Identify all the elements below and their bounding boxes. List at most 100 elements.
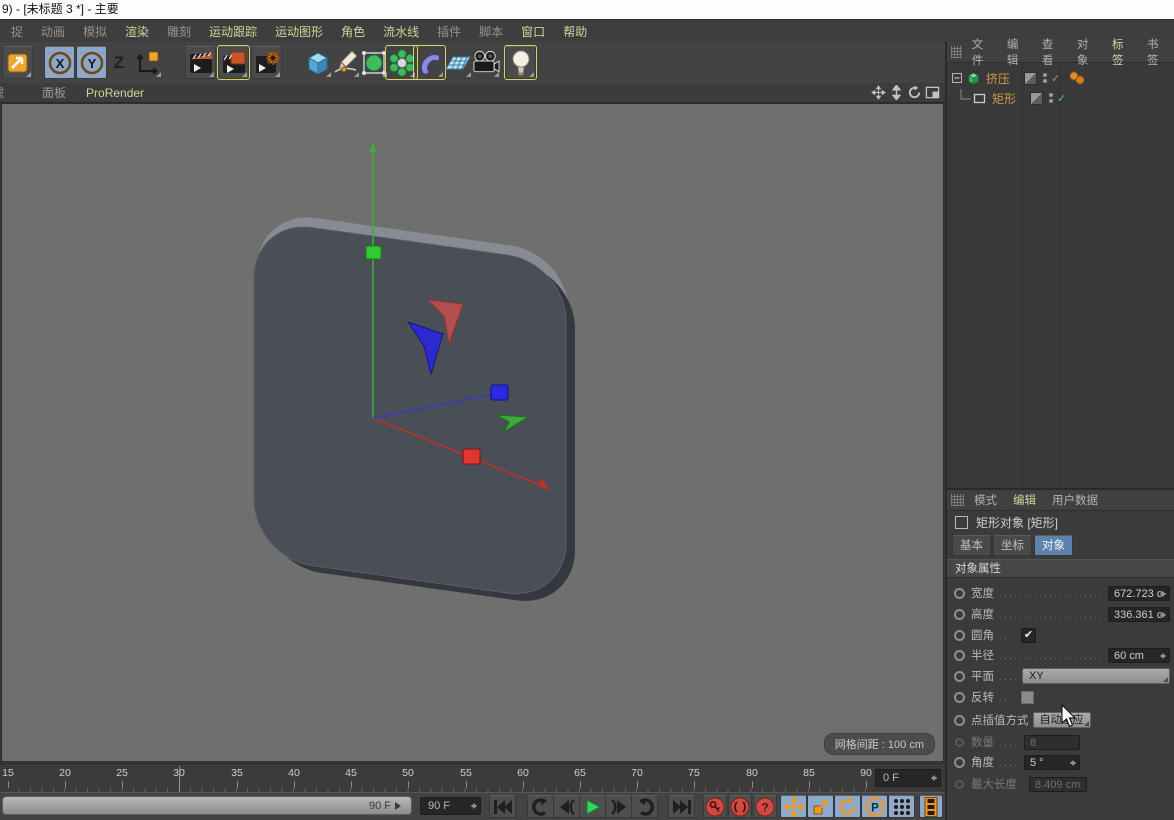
radius-field[interactable]: 60 cm bbox=[1108, 648, 1170, 663]
key-parameter-button[interactable]: P bbox=[861, 795, 888, 818]
width-field[interactable]: 672.723 c bbox=[1108, 586, 1170, 601]
menu-item-simulate[interactable]: 模拟 bbox=[74, 23, 116, 40]
viewport-3d[interactable]: 网格间距 : 100 cm bbox=[1, 103, 944, 762]
enabled-check-icon[interactable]: ✓ bbox=[1057, 92, 1066, 105]
spinner-icon[interactable] bbox=[1159, 588, 1167, 600]
om-menu-bookmarks[interactable]: 书签 bbox=[1139, 36, 1174, 68]
render-picture-viewer-button[interactable] bbox=[218, 46, 249, 79]
panel-grip-icon[interactable] bbox=[951, 46, 962, 58]
solo-filmstrip-button[interactable] bbox=[919, 795, 943, 818]
menu-item-render[interactable]: 渲染 bbox=[116, 23, 158, 40]
visibility-dots[interactable] bbox=[1049, 93, 1053, 103]
keyframe-circle-icon[interactable] bbox=[954, 650, 965, 661]
prev-key-button[interactable] bbox=[527, 795, 554, 818]
add-cube-button[interactable] bbox=[302, 46, 333, 79]
lock-z-axis-button[interactable]: Z bbox=[106, 46, 132, 79]
om-menu-objects[interactable]: 对象 bbox=[1069, 36, 1104, 68]
play-button[interactable] bbox=[579, 795, 606, 818]
end-frame-field[interactable]: 90 F bbox=[420, 797, 481, 815]
next-frame-button[interactable] bbox=[605, 795, 632, 818]
keyframe-circle-icon[interactable] bbox=[954, 588, 965, 599]
object-row-extrude[interactable]: 挤压 ✓ bbox=[947, 68, 1174, 88]
coordinate-system-button[interactable] bbox=[132, 46, 163, 79]
draw-spline-button[interactable] bbox=[330, 46, 361, 79]
keyframe-circle-icon[interactable] bbox=[954, 630, 965, 641]
add-light-button[interactable] bbox=[505, 46, 536, 79]
add-floor-button[interactable] bbox=[442, 46, 473, 79]
object-row-rectangle[interactable]: 矩形 ✓ bbox=[947, 88, 1174, 108]
om-menu-edit[interactable]: 编辑 bbox=[999, 36, 1034, 68]
keyframe-circle-icon[interactable] bbox=[954, 715, 965, 726]
autokeying-button[interactable] bbox=[728, 795, 752, 818]
phong-tag-icon[interactable] bbox=[1068, 71, 1088, 85]
record-keyframe-button[interactable] bbox=[703, 795, 727, 818]
rounding-checkbox[interactable]: ✔ bbox=[1021, 628, 1036, 643]
spinner-icon[interactable] bbox=[930, 772, 938, 784]
menu-item-help[interactable]: 帮助 bbox=[554, 23, 596, 40]
keyframe-circle-icon[interactable] bbox=[954, 757, 965, 768]
keyframe-circle-icon[interactable] bbox=[955, 780, 964, 789]
preview-range-slider[interactable]: 90 F bbox=[2, 796, 412, 815]
toggle-panel-layout-icon[interactable] bbox=[925, 85, 940, 100]
panel-grip-icon[interactable] bbox=[951, 494, 964, 506]
record-options-button[interactable]: ? bbox=[753, 795, 777, 818]
menu-item-motion-tracker[interactable]: 运动跟踪 bbox=[200, 23, 266, 40]
key-point-level-button[interactable] bbox=[888, 795, 915, 818]
viewport-menu-prorender[interactable]: ProRender bbox=[76, 86, 154, 100]
menu-item-mograph[interactable]: 运动图形 bbox=[266, 23, 332, 40]
pan-view-icon[interactable] bbox=[871, 85, 886, 100]
goto-end-button[interactable] bbox=[668, 795, 695, 818]
timeline-ruler[interactable]: 15 20 25 30 35 40 45 50 55 60 65 70 75 8… bbox=[0, 763, 945, 792]
menu-item-window[interactable]: 窗口 bbox=[512, 23, 554, 40]
layer-swatch[interactable] bbox=[1030, 92, 1043, 105]
visibility-dots[interactable] bbox=[1043, 73, 1047, 83]
key-position-button[interactable] bbox=[780, 795, 807, 818]
reverse-checkbox[interactable] bbox=[1021, 691, 1034, 704]
z-axis-handle[interactable] bbox=[491, 385, 508, 400]
om-menu-tags[interactable]: 标签 bbox=[1104, 36, 1139, 68]
enabled-check-icon[interactable]: ✓ bbox=[1051, 72, 1060, 85]
menu-item-animation[interactable]: 动画 bbox=[32, 23, 74, 40]
rotate-view-icon[interactable] bbox=[907, 85, 922, 100]
menu-item-plugins[interactable]: 插件 bbox=[428, 23, 470, 40]
next-key-button[interactable] bbox=[631, 795, 658, 818]
transform-tool-icon[interactable] bbox=[2, 46, 33, 79]
add-deformer-button[interactable] bbox=[414, 46, 445, 79]
edit-render-settings-button[interactable] bbox=[251, 46, 282, 79]
tab-object[interactable]: 对象 bbox=[1034, 535, 1073, 556]
add-mograph-button[interactable] bbox=[386, 46, 417, 79]
tab-coordinates[interactable]: 坐标 bbox=[993, 535, 1032, 556]
keyframe-circle-icon[interactable] bbox=[954, 692, 965, 703]
object-label[interactable]: 挤压 bbox=[986, 70, 1010, 87]
angle-field[interactable]: 5 ° bbox=[1024, 755, 1080, 770]
spinner-icon[interactable] bbox=[1069, 757, 1077, 769]
spinner-icon[interactable] bbox=[470, 800, 478, 812]
lock-x-axis-button[interactable]: X bbox=[44, 46, 75, 79]
current-frame-field[interactable]: 0 F bbox=[875, 769, 941, 787]
menu-item-sculpt[interactable]: 雕刻 bbox=[158, 23, 200, 40]
tab-basic[interactable]: 基本 bbox=[952, 535, 991, 556]
menu-item-snap[interactable]: 捉 bbox=[2, 23, 32, 40]
expand-toggle-icon[interactable] bbox=[952, 73, 962, 83]
keyframe-circle-icon[interactable] bbox=[954, 609, 965, 620]
om-menu-view[interactable]: 查看 bbox=[1034, 36, 1069, 68]
am-menu-mode[interactable]: 模式 bbox=[966, 492, 1005, 508]
prev-frame-button[interactable] bbox=[553, 795, 580, 818]
keyframe-circle-icon[interactable] bbox=[955, 738, 964, 747]
render-view-button[interactable] bbox=[185, 46, 216, 79]
add-generator-button[interactable] bbox=[358, 46, 389, 79]
viewport-menu-panel[interactable]: 面板 bbox=[32, 84, 76, 101]
x-axis-handle[interactable] bbox=[463, 449, 480, 464]
key-rotation-button[interactable] bbox=[834, 795, 861, 818]
add-camera-button[interactable] bbox=[470, 46, 501, 79]
lock-y-axis-button[interactable]: Y bbox=[76, 46, 107, 79]
keyframe-circle-icon[interactable] bbox=[954, 671, 965, 682]
zoom-view-icon[interactable] bbox=[889, 85, 904, 100]
menu-item-script[interactable]: 脚本 bbox=[470, 23, 512, 40]
viewport-menu-clipped[interactable]: 滤 bbox=[0, 84, 6, 101]
goto-start-button[interactable] bbox=[489, 795, 516, 818]
height-field[interactable]: 336.361 c bbox=[1108, 607, 1170, 622]
am-menu-edit[interactable]: 编辑 bbox=[1005, 492, 1044, 508]
menu-item-character[interactable]: 角色 bbox=[332, 23, 374, 40]
spinner-icon[interactable] bbox=[1159, 650, 1167, 662]
